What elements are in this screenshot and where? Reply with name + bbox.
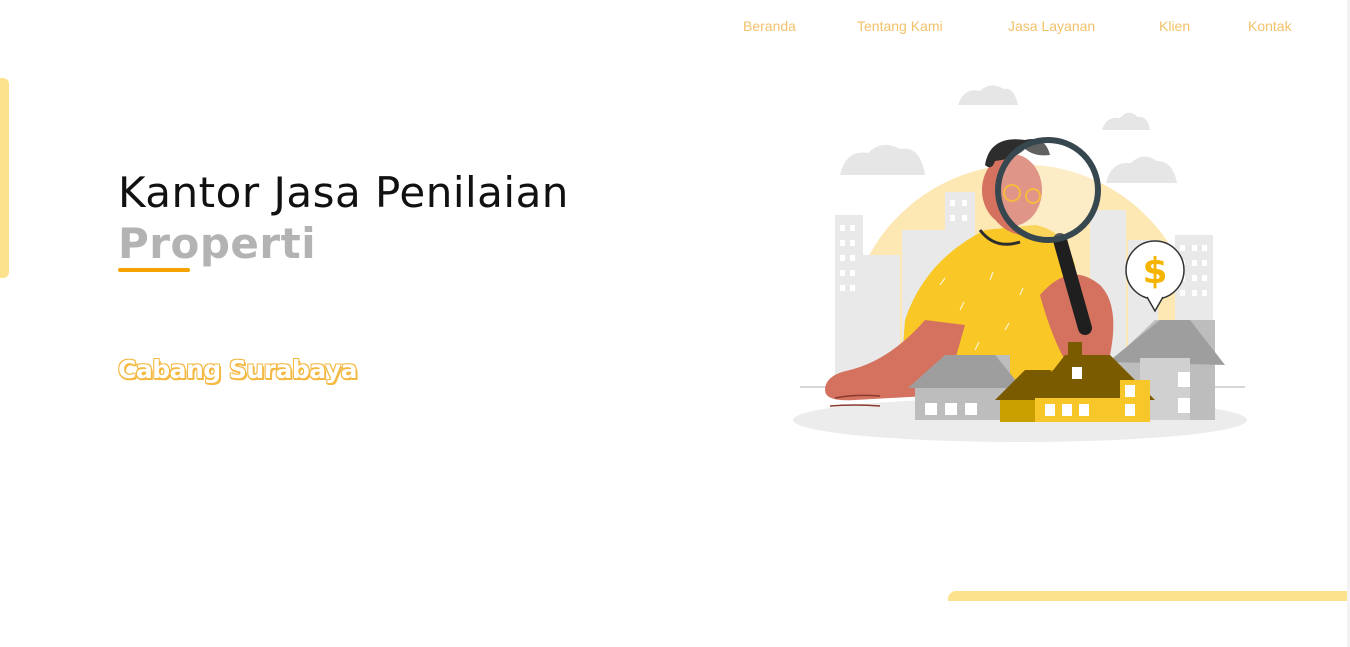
nav-link-kontak[interactable]: Kontak <box>1248 18 1292 34</box>
hero-title: Kantor Jasa Penilaian <box>118 168 569 217</box>
bottom-accent-bar <box>948 591 1350 601</box>
property-appraisal-illustration: $ <box>793 85 1247 442</box>
nav-link-tentang-kami[interactable]: Tentang Kami <box>857 18 943 34</box>
left-accent-bar <box>0 78 9 278</box>
title-underline <box>118 268 190 272</box>
nav-link-klien[interactable]: Klien <box>1159 18 1190 34</box>
nav-link-jasa-layanan[interactable]: Jasa Layanan <box>1008 18 1095 34</box>
nav-link-beranda[interactable]: Beranda <box>743 18 796 34</box>
dollar-symbol: $ <box>1142 251 1167 292</box>
branch-label: Cabang Surabaya <box>118 355 358 384</box>
main-nav: Beranda Tentang Kami Jasa Layanan Klien … <box>0 18 1350 38</box>
hero-subtitle: Properti <box>118 219 317 268</box>
